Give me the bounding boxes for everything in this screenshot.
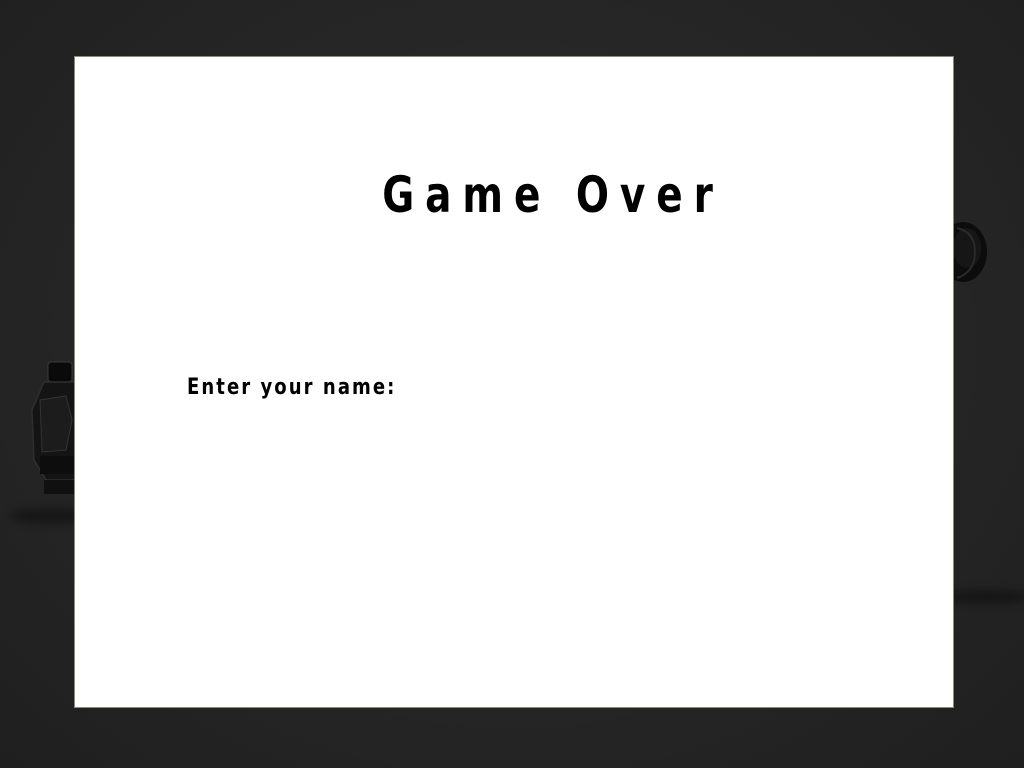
name-input[interactable] [415, 373, 895, 405]
game-over-dialog: Game Over Enter your name: [74, 56, 954, 708]
game-stage: Game Over Enter your name: [0, 0, 1024, 768]
name-prompt-label: Enter your name: [187, 375, 397, 400]
game-over-title: Game Over [382, 166, 724, 224]
